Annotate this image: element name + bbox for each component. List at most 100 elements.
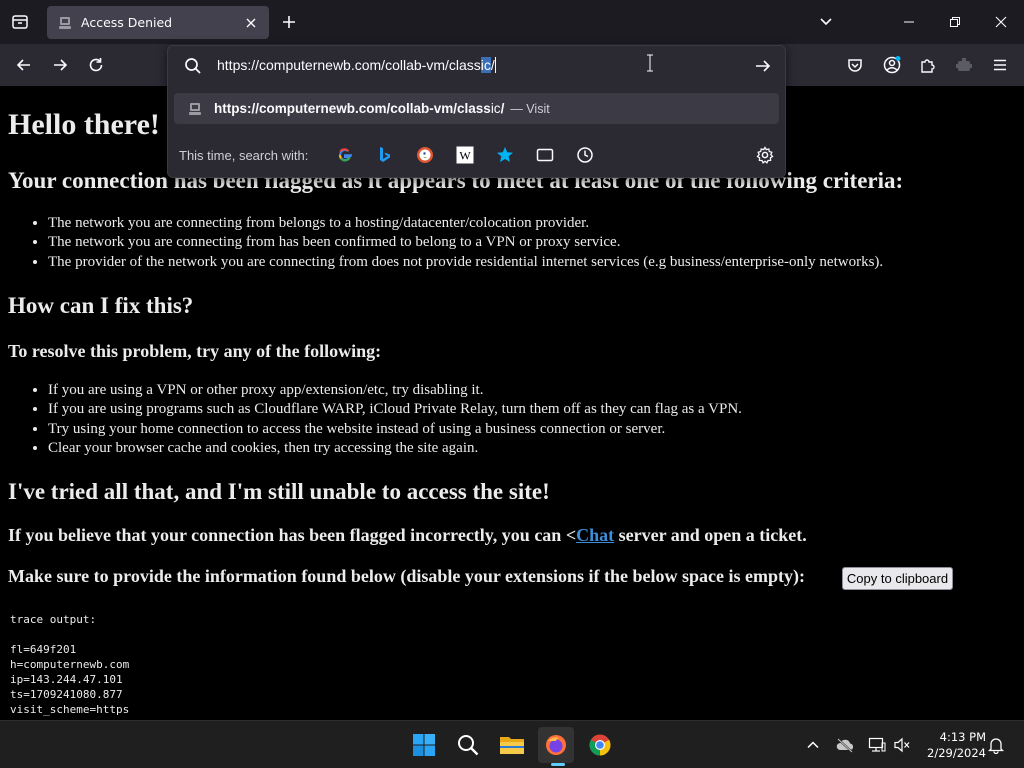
bing-search-button[interactable] [375,145,395,165]
minimize-icon [904,21,914,23]
clock-date: 2/29/2024 [927,746,986,760]
copy-to-clipboard-button[interactable]: Copy to clipboard [842,567,953,590]
search-settings-button[interactable] [755,145,775,165]
trace-output: trace output: fl=649f201 h=computernewb.… [10,613,130,716]
bell-icon [988,738,1004,754]
firefox-icon [546,735,566,755]
active-app-indicator [551,763,565,766]
tab-manager-icon [12,15,28,29]
file-explorer-button[interactable] [494,727,530,763]
duckduckgo-search-button[interactable] [415,145,435,165]
forward-button[interactable] [44,49,76,81]
go-arrow-icon[interactable] [753,56,773,76]
fix-heading: How can I fix this? [8,293,194,318]
text-cursor-icon [647,54,653,72]
pocket-button[interactable] [839,49,871,81]
criteria-list: The network you are connecting from belo… [48,214,883,272]
back-button[interactable] [8,49,40,81]
site-favicon-icon [189,102,201,115]
hamburger-menu-icon [994,59,1006,71]
suggestion-url-bold: https://computernewb.com/collab-vm/class [214,101,491,116]
tabs-search-button[interactable] [535,145,555,165]
close-window-button[interactable] [978,0,1024,44]
close-icon [246,18,256,27]
taskbar: 4:13 PM 2/29/2024 [0,720,1024,768]
history-search-button[interactable] [575,145,595,165]
robot-extension-icon [956,58,972,71]
wikipedia-search-button[interactable]: W [455,145,475,165]
notifications-button[interactable] [986,735,1006,755]
fix-list-item: If you are using a VPN or other proxy ap… [48,381,742,400]
url-bar-dropdown: https://computernewb.com/collab-vm/class… [167,45,786,178]
minimize-button[interactable] [886,0,932,44]
show-hidden-icons-button[interactable] [803,735,823,755]
resolve-heading: To resolve this problem, try any of the … [8,341,382,361]
page-content: Hello there! Your connection has been fl… [0,86,1024,720]
speaker-muted-icon [894,737,910,753]
url-input[interactable]: https://computernewb.com/collab-vm/class… [217,57,496,75]
svg-text:W: W [459,149,471,163]
criteria-list-item: The network you are connecting from has … [48,233,883,252]
fix-list-item: Clear your browser cache and cookies, th… [48,439,742,458]
network-tray-button[interactable] [867,735,887,755]
suggestion-url: https://computernewb.com/collab-vm/class… [214,101,504,116]
fix-list-item: If you are using programs such as Cloudf… [48,400,742,419]
new-tab-button[interactable] [273,6,305,38]
pocket-icon [848,59,862,72]
provide-info-text: Make sure to provide the information fou… [8,566,806,586]
account-button[interactable] [876,49,908,81]
windows-logo-icon [413,734,435,756]
menu-button[interactable] [984,49,1016,81]
restore-button[interactable] [932,0,978,44]
flagged-text-before: If you believe that your connection has … [8,525,577,545]
chat-link[interactable]: Chat [576,525,614,545]
reload-icon [89,58,103,72]
taskbar-search-button[interactable] [450,727,486,763]
reload-button[interactable] [80,49,112,81]
url-suggestion-row[interactable]: https://computernewb.com/collab-vm/class… [174,93,779,124]
taskbar-clock[interactable]: 4:13 PM 2/29/2024 [916,729,986,761]
close-tab-button[interactable] [239,11,263,35]
gear-icon [756,146,774,164]
tab-title: Access Denied [81,15,173,30]
chrome-taskbar-button[interactable] [582,727,618,763]
search-icon [185,58,201,74]
url-selected-text: ic [480,57,491,73]
site-favicon-icon [57,15,73,31]
tried-heading: I've tried all that, and I'm still unabl… [8,479,550,504]
suggestion-url-tail: / [500,101,505,116]
list-all-tabs-button[interactable] [4,6,36,38]
url-text: https://computernewb.com/collab-vm/class [217,57,481,73]
chevron-up-icon [807,741,819,749]
search-icon [458,735,479,756]
fix-list: If you are using a VPN or other proxy ap… [48,381,742,458]
folder-icon [500,737,524,754]
suggestion-action: — Visit [510,101,550,116]
criteria-list-item: The network you are connecting from belo… [48,214,883,233]
extensions-button[interactable] [912,49,944,81]
puzzle-icon [921,59,935,73]
account-icon [883,56,901,74]
bookmarks-search-button[interactable] [495,145,515,165]
google-search-button[interactable] [335,145,355,165]
bookmarks-icon [497,147,513,162]
volume-tray-button[interactable] [892,735,912,755]
url-bar[interactable]: https://computernewb.com/collab-vm/class… [168,46,785,86]
suggestion-url-plain: ic [490,101,501,116]
tab-access-denied[interactable]: Access Denied [47,6,269,39]
fix-list-item: Try using your home connection to access… [48,420,742,439]
history-icon [577,147,593,163]
start-button[interactable] [406,727,442,763]
flagged-paragraph: If you believe that your connection has … [8,525,807,546]
tab-overflow-button[interactable] [810,6,842,38]
search-with-label: This time, search with: [179,147,309,163]
close-icon [995,16,1007,28]
firefox-taskbar-button[interactable] [538,727,574,763]
onedrive-tray-button[interactable] [835,735,855,755]
arrow-left-icon [16,59,30,71]
chevron-down-icon [820,18,832,26]
extension-button[interactable] [948,49,980,81]
page-heading: Hello there! [8,108,160,141]
google-icon [338,148,352,162]
network-icon [868,737,886,752]
